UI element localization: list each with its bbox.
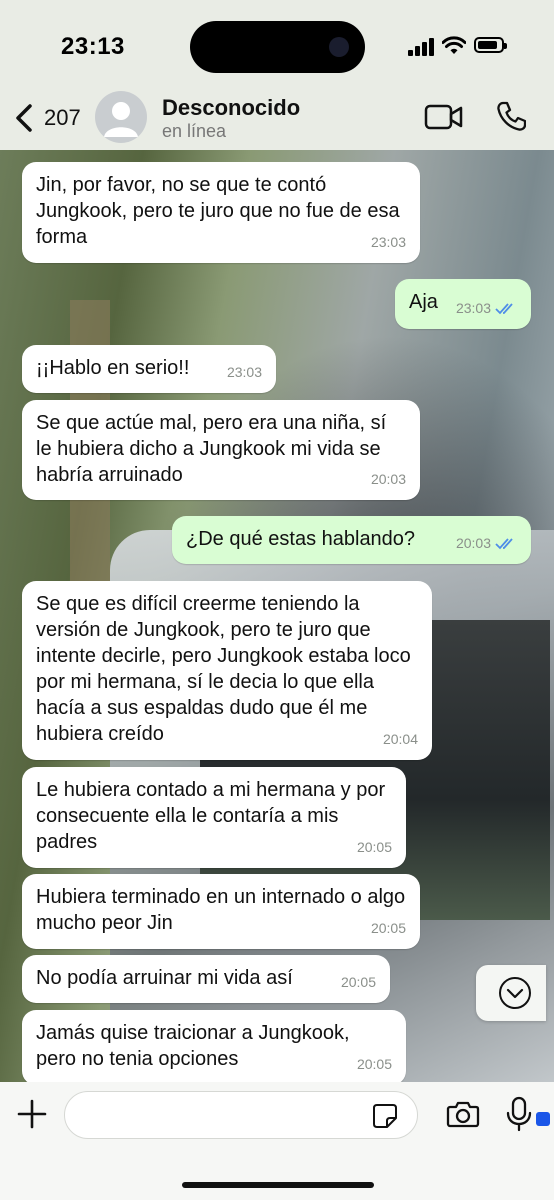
- chevron-left-icon[interactable]: [10, 100, 40, 136]
- message-bubble-incoming[interactable]: No podía arruinar mi vida así 20:05: [22, 955, 390, 1003]
- message-bubble-incoming[interactable]: Hubiera terminado en un internado o algo…: [22, 874, 420, 949]
- message-bubble-incoming[interactable]: ¡¡Hablo en serio!! 23:03: [22, 345, 276, 393]
- mic-badge-icon: [536, 1112, 550, 1126]
- microphone-icon[interactable]: [506, 1096, 532, 1132]
- home-indicator: [182, 1182, 374, 1188]
- camera-icon[interactable]: [446, 1100, 480, 1128]
- message-input[interactable]: [64, 1091, 418, 1139]
- message-time: 20:03: [455, 535, 491, 551]
- message-bubble-incoming[interactable]: Se que es difícil creerme teniendo la ve…: [22, 581, 432, 760]
- message-bubble-incoming[interactable]: Se que actúe mal, pero era una niña, sí …: [22, 400, 420, 500]
- contact-name[interactable]: Desconocido: [162, 95, 300, 121]
- message-bubble-incoming[interactable]: Le hubiera contado a mi hermana y por co…: [22, 767, 406, 868]
- cellular-signal-icon: [408, 38, 434, 56]
- message-text: Hubiera terminado en un internado o algo…: [36, 886, 406, 934]
- chat-header: 23:13 207 Desconocido en línea: [0, 0, 554, 150]
- default-avatar-icon: [104, 102, 138, 137]
- message-bubble-incoming[interactable]: Jin, por favor, no se que te contó Jungk…: [22, 162, 420, 263]
- attach-plus-icon[interactable]: [16, 1098, 48, 1130]
- avatar[interactable]: [95, 91, 147, 143]
- scroll-to-bottom-button[interactable]: [476, 965, 546, 1021]
- chevron-down-circle-icon: [499, 977, 531, 1009]
- message-text: No podía arruinar mi vida así: [36, 967, 293, 989]
- battery-icon: [474, 37, 507, 53]
- status-time: 23:13: [61, 33, 125, 60]
- message-time: 20:05: [340, 974, 376, 990]
- read-receipt-icon: [495, 538, 513, 550]
- dynamic-island: [190, 21, 365, 73]
- read-receipt-icon: [495, 303, 513, 315]
- status-bar: 23:13: [0, 0, 554, 90]
- message-text: Se que es difícil creerme teniendo la ve…: [36, 593, 411, 745]
- message-bubble-outgoing[interactable]: Aja 23:03: [395, 279, 531, 329]
- message-time: 20:03: [370, 471, 406, 487]
- message-bubble-outgoing[interactable]: ¿De qué estas hablando? 20:03: [172, 516, 531, 564]
- wifi-icon: [442, 36, 466, 54]
- message-time: 20:05: [356, 839, 392, 855]
- message-text: Jamás quise traicionar a Jungkook, pero …: [36, 1022, 350, 1070]
- message-bubble-incoming[interactable]: Jamás quise traicionar a Jungkook, pero …: [22, 1010, 406, 1082]
- message-text: Jin, por favor, no se que te contó Jungk…: [36, 174, 400, 248]
- unread-count[interactable]: 207: [44, 105, 81, 131]
- phone-icon[interactable]: [496, 100, 526, 132]
- message-text: Se que actúe mal, pero era una niña, sí …: [36, 412, 387, 486]
- message-time: 23:03: [455, 300, 491, 316]
- message-time: 23:03: [370, 234, 406, 250]
- message-time: 23:03: [226, 364, 262, 380]
- video-call-icon[interactable]: [424, 102, 464, 132]
- message-text: Le hubiera contado a mi hermana y por co…: [36, 779, 386, 853]
- message-time: 20:04: [382, 731, 418, 747]
- message-time: 20:05: [370, 920, 406, 936]
- contact-status: en línea: [162, 121, 227, 141]
- sticker-icon[interactable]: [372, 1103, 398, 1129]
- message-time: 20:05: [356, 1056, 392, 1072]
- message-list[interactable]: Jin, por favor, no se que te contó Jungk…: [0, 150, 554, 1082]
